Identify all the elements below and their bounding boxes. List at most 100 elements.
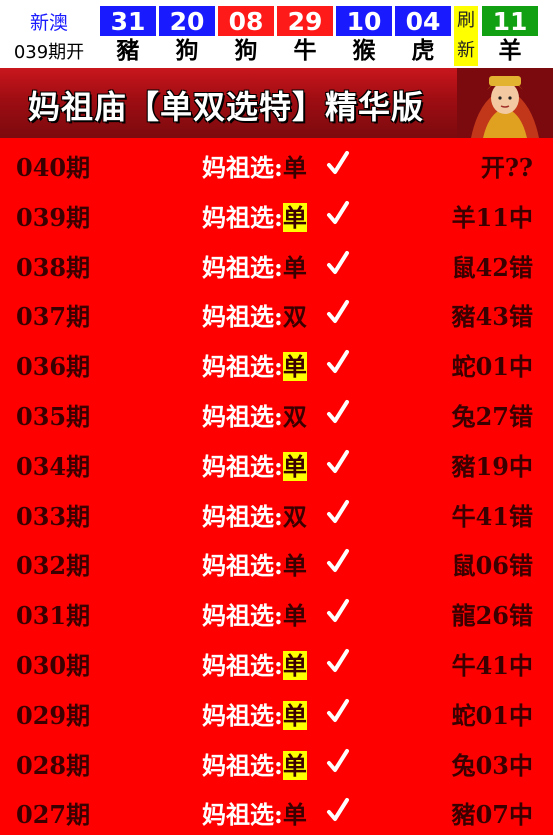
period-label: 038期 — [16, 252, 91, 282]
period-label: 030期 — [16, 650, 91, 680]
ball-zodiac: 狗 — [234, 37, 258, 64]
pick-text: 妈祖选:单 — [202, 447, 307, 482]
ball-number: 29 — [277, 6, 333, 36]
refresh-char-1: 刷 — [457, 10, 475, 31]
pick-value: 单 — [282, 601, 307, 631]
ball-zodiac: 羊 — [498, 37, 522, 64]
checkmark-icon — [327, 648, 349, 672]
record-row: 028期 妈祖选:单 兔03中 — [0, 736, 553, 786]
ball-zodiac: 虎 — [411, 37, 435, 64]
pick-text: 妈祖选:双 — [202, 297, 307, 332]
result-label: 兔27错 — [451, 401, 533, 431]
record-row: 031期 妈祖选:单 龍26错 — [0, 586, 553, 636]
record-row: 040期 妈祖选:单 开?? — [0, 138, 553, 188]
result-label: 牛41中 — [451, 650, 533, 680]
pick-label: 妈祖选: — [202, 252, 283, 282]
record-row: 032期 妈祖选:单 鼠06错 — [0, 536, 553, 586]
pick-label: 妈祖选: — [202, 451, 283, 481]
record-list: 040期 妈祖选:单 开?? 039期 妈祖选:单 羊11中 038期 妈祖选:单 鼠42错 03… — [0, 138, 553, 835]
draw-ball-6: 04 虎 — [395, 6, 451, 66]
record-row: 038期 妈祖选:单 鼠42错 — [0, 238, 553, 288]
pick-text: 妈祖选:双 — [202, 397, 307, 432]
pick-label: 妈祖选: — [202, 551, 283, 581]
pick-value: 单 — [282, 252, 307, 282]
pick-text: 妈祖选:单 — [202, 198, 307, 233]
pick-label: 妈祖选: — [202, 700, 283, 730]
pick-label: 妈祖选: — [202, 302, 283, 332]
draw-ball-1: 31 豬 — [100, 6, 156, 66]
draw-ball-2: 20 狗 — [159, 6, 215, 66]
pick-value: 单 — [282, 153, 307, 182]
result-label: 鼠42错 — [451, 252, 533, 282]
result-label: 牛41错 — [451, 501, 533, 531]
ball-number: 31 — [100, 6, 156, 36]
pick-value: 双 — [282, 401, 307, 431]
pick-label: 妈祖选: — [202, 202, 283, 232]
pick-text: 妈祖选:单 — [202, 746, 307, 781]
draw-ball-4: 29 牛 — [277, 6, 333, 66]
checkmark-icon — [327, 499, 349, 523]
ball-number: 11 — [482, 6, 538, 36]
ball-number: 08 — [218, 6, 274, 36]
ball-number: 04 — [395, 6, 451, 36]
record-row: 033期 妈祖选:双 牛41错 — [0, 487, 553, 537]
draw-ball-5: 10 猴 — [336, 6, 392, 66]
record-row: 036期 妈祖选:单 蛇01中 — [0, 337, 553, 387]
period-label: 033期 — [16, 501, 91, 531]
record-row: 035期 妈祖选:双 兔27错 — [0, 387, 553, 437]
period-label: 036期 — [16, 352, 91, 382]
pick-text: 妈祖选:单 — [202, 795, 307, 830]
record-row: 034期 妈祖选:单 豬19中 — [0, 437, 553, 487]
period-label: 034期 — [16, 451, 91, 481]
checkmark-icon — [327, 748, 349, 772]
ball-zodiac: 猴 — [352, 37, 376, 64]
period-label: 032期 — [16, 551, 91, 581]
region-label[interactable]: 新澳 — [0, 8, 98, 35]
checkmark-icon — [327, 798, 349, 822]
pick-text: 妈祖选:双 — [202, 497, 307, 532]
draw-info: 新澳 039期开 — [0, 0, 98, 68]
checkmark-icon — [327, 151, 349, 174]
checkmark-icon — [327, 549, 349, 573]
pick-value: 单 — [282, 650, 307, 680]
pick-value: 单 — [282, 202, 307, 232]
draw-results-bar: 新澳 039期开 31 豬 20 狗 08 狗 29 牛 10 猴 04 虎 刷… — [0, 0, 553, 68]
pick-value: 单 — [282, 551, 307, 581]
goddess-figure-image — [457, 68, 553, 138]
pick-text: 妈祖选:单 — [202, 546, 307, 581]
pick-value: 单 — [282, 451, 307, 481]
checkmark-icon — [327, 350, 349, 374]
pick-label: 妈祖选: — [202, 800, 283, 830]
draw-ball-3: 08 狗 — [218, 6, 274, 66]
ball-zodiac: 狗 — [175, 37, 199, 64]
pick-text: 妈祖选:单 — [202, 347, 307, 382]
record-row: 037期 妈祖选:双 豬43错 — [0, 287, 553, 337]
pick-value: 单 — [282, 700, 307, 730]
result-label: 蛇01中 — [451, 352, 533, 382]
result-label: 豬43错 — [451, 302, 533, 332]
ball-zodiac: 豬 — [116, 37, 140, 64]
period-label: 027期 — [16, 800, 91, 830]
result-label: 羊11中 — [451, 202, 533, 232]
pick-text: 妈祖选:单 — [202, 596, 307, 631]
ball-zodiac: 牛 — [293, 37, 317, 64]
period-label: 031期 — [16, 601, 91, 631]
pick-label: 妈祖选: — [202, 401, 283, 431]
period-label: 040期 — [16, 153, 91, 182]
pick-text: 妈祖选:单 — [202, 148, 307, 183]
result-label: 鼠06错 — [451, 551, 533, 581]
result-label: 龍26错 — [451, 601, 533, 631]
pick-text: 妈祖选:单 — [202, 646, 307, 681]
refresh-button[interactable]: 刷 新 — [454, 6, 478, 66]
ball-number: 10 — [336, 6, 392, 36]
checkmark-icon — [327, 250, 349, 274]
checkmark-icon — [327, 200, 349, 224]
pick-label: 妈祖选: — [202, 650, 283, 680]
period-label: 039期 — [16, 202, 91, 232]
pick-value: 单 — [282, 352, 307, 382]
pick-text: 妈祖选:单 — [202, 696, 307, 731]
checkmark-icon — [327, 698, 349, 722]
period-label: 029期 — [16, 700, 91, 730]
pick-label: 妈祖选: — [202, 750, 283, 780]
checkmark-icon — [327, 399, 349, 423]
